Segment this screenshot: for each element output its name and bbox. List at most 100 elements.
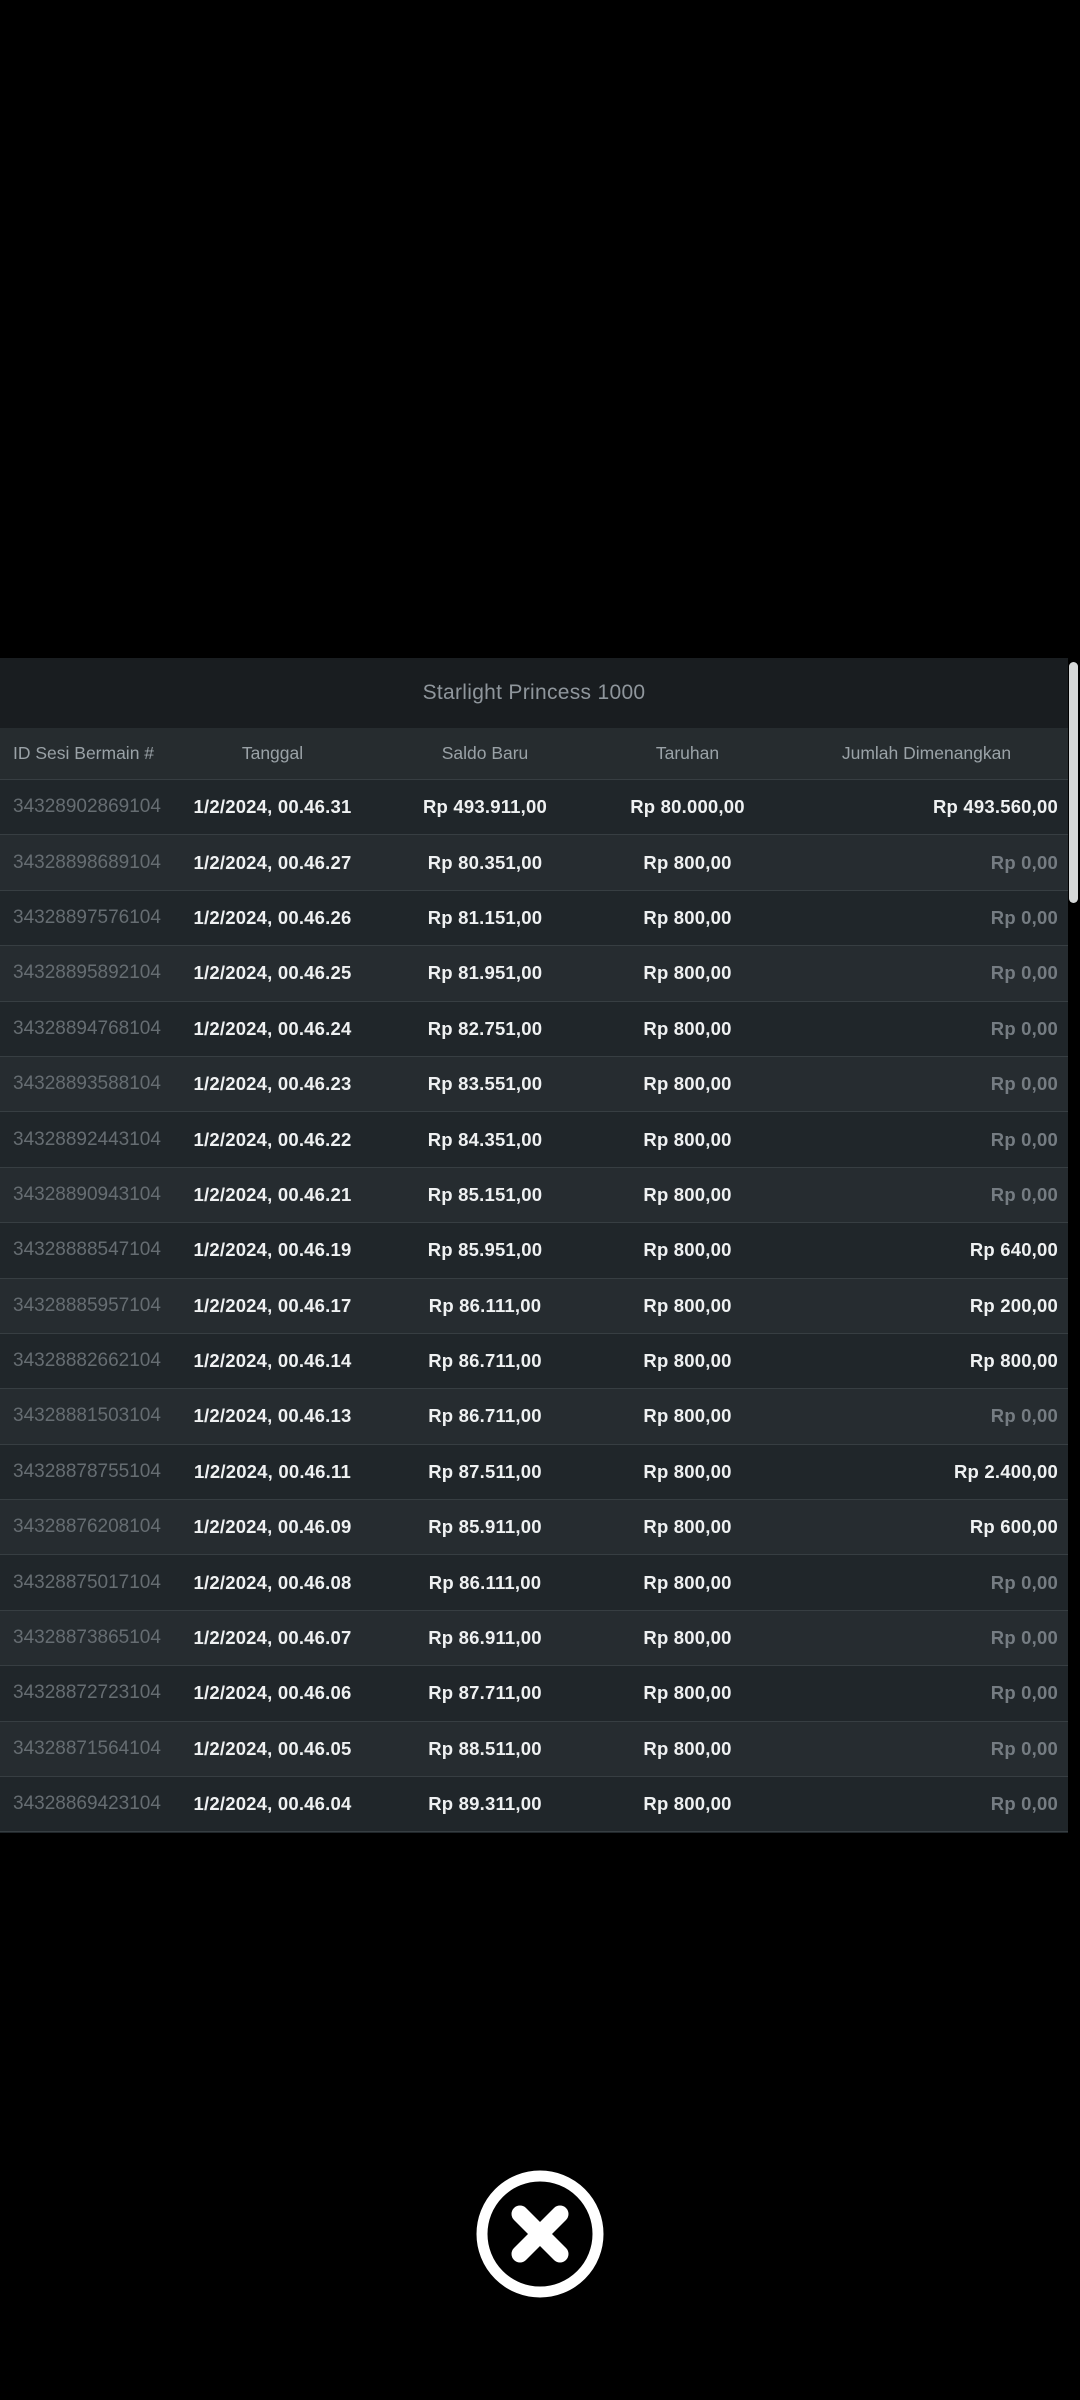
cell-bet: Rp 800,00 xyxy=(590,1018,785,1040)
cell-session-id: 34328875017104 xyxy=(0,1572,165,1594)
cell-new-balance: Rp 89.311,00 xyxy=(380,1793,590,1815)
table-row: 34328890943104 1/2/2024, 00.46.21 Rp 85.… xyxy=(0,1168,1068,1223)
cell-new-balance: Rp 88.511,00 xyxy=(380,1738,590,1760)
cell-new-balance: Rp 87.511,00 xyxy=(380,1461,590,1483)
table-row: 34328885957104 1/2/2024, 00.46.17 Rp 86.… xyxy=(0,1279,1068,1334)
cell-session-id: 34328878755104 xyxy=(0,1461,165,1483)
table-body[interactable]: 34328902869104 1/2/2024, 00.46.31 Rp 493… xyxy=(0,780,1068,1832)
cell-date: 1/2/2024, 00.46.22 xyxy=(165,1129,380,1151)
cell-date: 1/2/2024, 00.46.23 xyxy=(165,1073,380,1095)
cell-date: 1/2/2024, 00.46.21 xyxy=(165,1184,380,1206)
cell-date: 1/2/2024, 00.46.24 xyxy=(165,1018,380,1040)
cell-session-id: 34328892443104 xyxy=(0,1129,165,1151)
cell-session-id: 34328869423104 xyxy=(0,1793,165,1815)
cell-bet: Rp 800,00 xyxy=(590,1295,785,1317)
cell-bet: Rp 800,00 xyxy=(590,1516,785,1538)
cell-session-id: 34328885957104 xyxy=(0,1295,165,1317)
cell-session-id: 34328895892104 xyxy=(0,962,165,984)
cell-date: 1/2/2024, 00.46.17 xyxy=(165,1295,380,1317)
cell-new-balance: Rp 85.911,00 xyxy=(380,1516,590,1538)
cell-session-id: 34328888547104 xyxy=(0,1239,165,1261)
scrollbar-thumb[interactable] xyxy=(1069,662,1078,903)
cell-new-balance: Rp 82.751,00 xyxy=(380,1018,590,1040)
cell-amount-won: Rp 0,00 xyxy=(785,907,1068,929)
cell-session-id: 34328873865104 xyxy=(0,1627,165,1649)
cell-amount-won: Rp 0,00 xyxy=(785,1129,1068,1151)
table-row: 34328869423104 1/2/2024, 00.46.04 Rp 89.… xyxy=(0,1777,1068,1832)
cell-new-balance: Rp 493.911,00 xyxy=(380,796,590,818)
cell-bet: Rp 800,00 xyxy=(590,962,785,984)
cell-bet: Rp 800,00 xyxy=(590,1461,785,1483)
cell-date: 1/2/2024, 00.46.07 xyxy=(165,1627,380,1649)
cell-session-id: 34328898689104 xyxy=(0,852,165,874)
cell-amount-won: Rp 0,00 xyxy=(785,1405,1068,1427)
cell-session-id: 34328897576104 xyxy=(0,907,165,929)
table-row: 34328888547104 1/2/2024, 00.46.19 Rp 85.… xyxy=(0,1223,1068,1278)
table-row: 34328876208104 1/2/2024, 00.46.09 Rp 85.… xyxy=(0,1500,1068,1555)
cell-amount-won: Rp 0,00 xyxy=(785,1627,1068,1649)
table-row: 34328872723104 1/2/2024, 00.46.06 Rp 87.… xyxy=(0,1666,1068,1721)
cell-date: 1/2/2024, 00.46.04 xyxy=(165,1793,380,1815)
table-row: 34328882662104 1/2/2024, 00.46.14 Rp 86.… xyxy=(0,1334,1068,1389)
cell-date: 1/2/2024, 00.46.13 xyxy=(165,1405,380,1427)
cell-new-balance: Rp 86.711,00 xyxy=(380,1405,590,1427)
cell-date: 1/2/2024, 00.46.19 xyxy=(165,1239,380,1261)
cell-amount-won: Rp 2.400,00 xyxy=(785,1461,1068,1483)
cell-session-id: 34328876208104 xyxy=(0,1516,165,1538)
cell-bet: Rp 800,00 xyxy=(590,1627,785,1649)
cell-date: 1/2/2024, 00.46.27 xyxy=(165,852,380,874)
cell-new-balance: Rp 81.951,00 xyxy=(380,962,590,984)
column-header-bet: Taruhan xyxy=(590,743,785,764)
cell-bet: Rp 800,00 xyxy=(590,1572,785,1594)
cell-date: 1/2/2024, 00.46.11 xyxy=(165,1461,380,1483)
cell-amount-won: Rp 493.560,00 xyxy=(785,796,1068,818)
cell-new-balance: Rp 86.911,00 xyxy=(380,1627,590,1649)
cell-session-id: 34328881503104 xyxy=(0,1405,165,1427)
game-history-modal: Starlight Princess 1000 ID Sesi Bermain … xyxy=(0,658,1068,1833)
cell-bet: Rp 800,00 xyxy=(590,1682,785,1704)
cell-new-balance: Rp 85.151,00 xyxy=(380,1184,590,1206)
cell-bet: Rp 800,00 xyxy=(590,1350,785,1372)
cell-bet: Rp 800,00 xyxy=(590,1738,785,1760)
close-button[interactable] xyxy=(475,2169,605,2299)
cell-amount-won: Rp 0,00 xyxy=(785,1073,1068,1095)
table-row: 34328873865104 1/2/2024, 00.46.07 Rp 86.… xyxy=(0,1611,1068,1666)
cell-bet: Rp 800,00 xyxy=(590,1405,785,1427)
table-row: 34328881503104 1/2/2024, 00.46.13 Rp 86.… xyxy=(0,1389,1068,1444)
cell-date: 1/2/2024, 00.46.06 xyxy=(165,1682,380,1704)
table-row: 34328898689104 1/2/2024, 00.46.27 Rp 80.… xyxy=(0,835,1068,890)
cell-new-balance: Rp 85.951,00 xyxy=(380,1239,590,1261)
table-row: 34328875017104 1/2/2024, 00.46.08 Rp 86.… xyxy=(0,1555,1068,1610)
cell-date: 1/2/2024, 00.46.26 xyxy=(165,907,380,929)
table-header-row: ID Sesi Bermain # Tanggal Saldo Baru Tar… xyxy=(0,728,1068,780)
cell-amount-won: Rp 0,00 xyxy=(785,852,1068,874)
cell-bet: Rp 800,00 xyxy=(590,1073,785,1095)
cell-session-id: 34328882662104 xyxy=(0,1350,165,1372)
cell-date: 1/2/2024, 00.46.05 xyxy=(165,1738,380,1760)
table-row: 34328871564104 1/2/2024, 00.46.05 Rp 88.… xyxy=(0,1722,1068,1777)
cell-date: 1/2/2024, 00.46.08 xyxy=(165,1572,380,1594)
modal-title: Starlight Princess 1000 xyxy=(423,681,646,705)
table-row: 34328892443104 1/2/2024, 00.46.22 Rp 84.… xyxy=(0,1112,1068,1167)
cell-date: 1/2/2024, 00.46.25 xyxy=(165,962,380,984)
cell-amount-won: Rp 0,00 xyxy=(785,1572,1068,1594)
cell-amount-won: Rp 0,00 xyxy=(785,1018,1068,1040)
cell-session-id: 34328893588104 xyxy=(0,1073,165,1095)
cell-amount-won: Rp 200,00 xyxy=(785,1295,1068,1317)
cell-bet: Rp 800,00 xyxy=(590,1239,785,1261)
cell-amount-won: Rp 600,00 xyxy=(785,1516,1068,1538)
column-header-amount-won: Jumlah Dimenangkan xyxy=(785,743,1068,764)
cell-session-id: 34328894768104 xyxy=(0,1018,165,1040)
table-row: 34328894768104 1/2/2024, 00.46.24 Rp 82.… xyxy=(0,1002,1068,1057)
cell-session-id: 34328872723104 xyxy=(0,1682,165,1704)
cell-new-balance: Rp 80.351,00 xyxy=(380,852,590,874)
cell-bet: Rp 800,00 xyxy=(590,852,785,874)
table-row: 34328893588104 1/2/2024, 00.46.23 Rp 83.… xyxy=(0,1057,1068,1112)
page-root: { "colors": { "page_bg": "#000000", "mod… xyxy=(0,0,1080,2400)
table-row: 34328902869104 1/2/2024, 00.46.31 Rp 493… xyxy=(0,780,1068,835)
cell-session-id: 34328871564104 xyxy=(0,1738,165,1760)
table-row: 34328895892104 1/2/2024, 00.46.25 Rp 81.… xyxy=(0,946,1068,1001)
cell-new-balance: Rp 81.151,00 xyxy=(380,907,590,929)
column-header-new-balance: Saldo Baru xyxy=(380,743,590,764)
cell-bet: Rp 800,00 xyxy=(590,1793,785,1815)
